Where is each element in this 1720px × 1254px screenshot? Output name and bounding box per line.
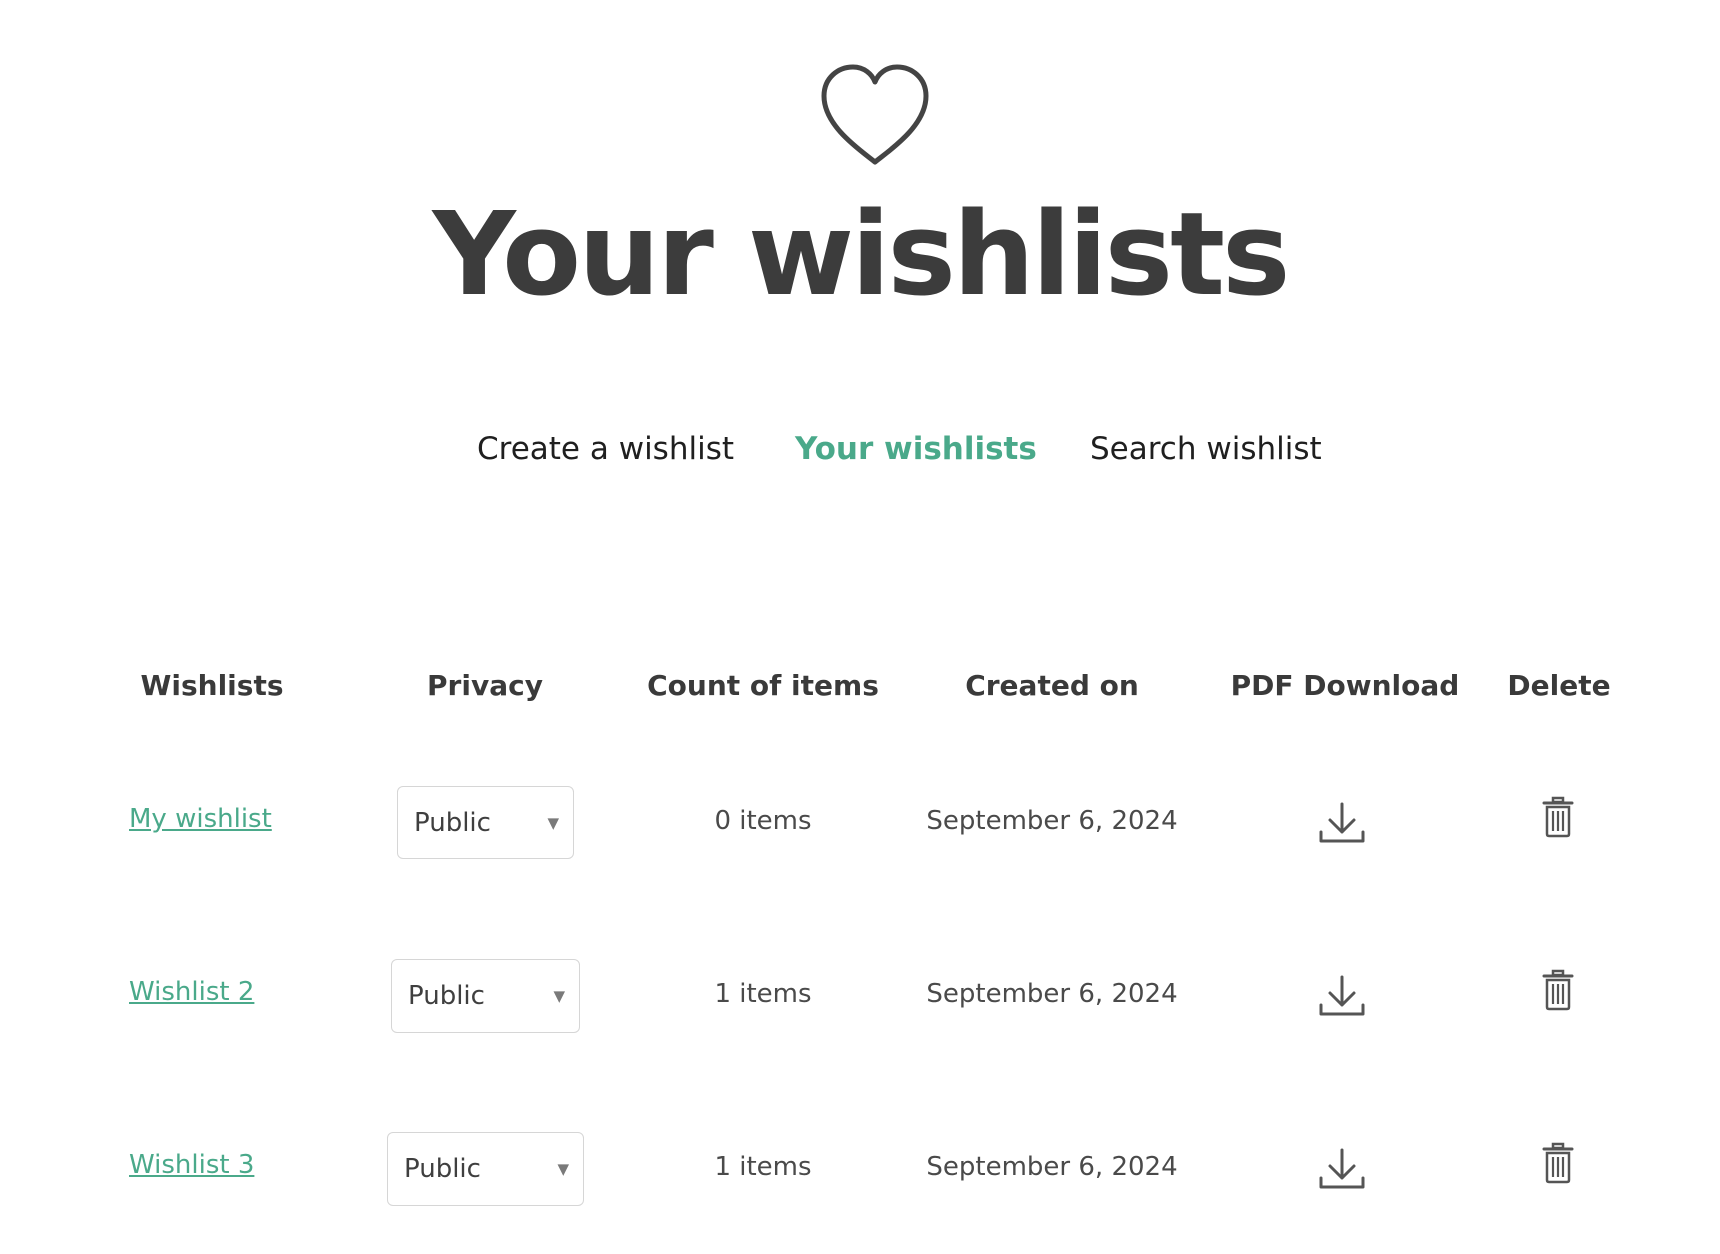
wishlist-name-link[interactable]: My wishlist: [129, 804, 272, 834]
trash-icon[interactable]: [1542, 969, 1574, 1011]
privacy-select[interactable]: Public ▼: [387, 1132, 584, 1206]
download-icon[interactable]: [1318, 1148, 1366, 1190]
tab-your-wishlists[interactable]: Your wishlists: [795, 434, 1037, 465]
chevron-down-icon: ▼: [553, 987, 565, 1005]
header-count-of-items: Count of items: [647, 669, 879, 702]
header-privacy: Privacy: [427, 669, 543, 702]
header-pdf-download: PDF Download: [1230, 669, 1460, 702]
download-icon[interactable]: [1318, 975, 1366, 1017]
created-date: September 6, 2024: [926, 979, 1178, 1009]
header-delete: Delete: [1507, 669, 1611, 702]
wishlist-name-link[interactable]: Wishlist 2: [129, 977, 254, 1007]
header-wishlists: Wishlists: [140, 669, 284, 702]
item-count: 1 items: [714, 979, 812, 1009]
privacy-select-value: Public: [404, 1154, 481, 1184]
tab-create-wishlist[interactable]: Create a wishlist: [477, 434, 734, 465]
created-date: September 6, 2024: [926, 806, 1178, 836]
tab-search-wishlist[interactable]: Search wishlist: [1090, 434, 1322, 465]
item-count: 0 items: [714, 806, 812, 836]
chevron-down-icon: ▼: [557, 1160, 569, 1178]
header-created-on: Created on: [965, 669, 1139, 702]
created-date: September 6, 2024: [926, 1152, 1178, 1182]
privacy-select-value: Public: [408, 981, 485, 1011]
trash-icon[interactable]: [1542, 1142, 1574, 1184]
chevron-down-icon: ▼: [547, 813, 559, 832]
page-title: Your wishlists: [432, 188, 1290, 322]
privacy-select[interactable]: Public ▼: [397, 786, 574, 859]
item-count: 1 items: [714, 1152, 812, 1182]
wishlist-name-link[interactable]: Wishlist 3: [129, 1150, 254, 1180]
privacy-select-value: Public: [414, 807, 491, 838]
heart-icon: [821, 64, 929, 165]
trash-icon[interactable]: [1542, 796, 1574, 838]
privacy-select[interactable]: Public ▼: [391, 959, 580, 1033]
download-icon[interactable]: [1318, 802, 1366, 844]
